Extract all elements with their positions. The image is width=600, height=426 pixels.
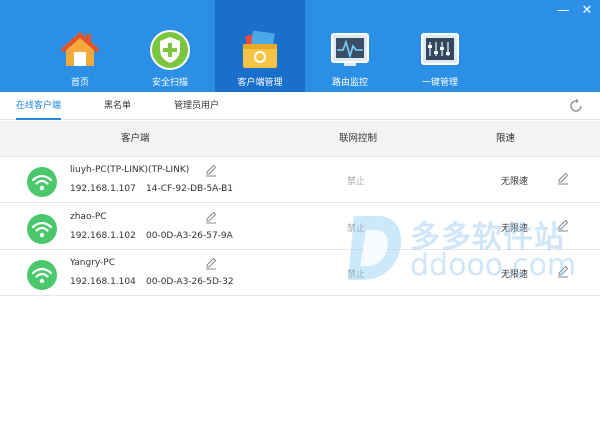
wifi-icon (27, 260, 57, 290)
toolbox-icon (243, 30, 277, 68)
edit-name-pencil-icon[interactable] (204, 210, 218, 224)
home-icon (60, 32, 100, 66)
edit-limit-pencil-icon[interactable] (556, 171, 570, 185)
nav-item-client-management[interactable]: 客户端管理 (215, 0, 305, 92)
table-header: 客户端 联网控制 限速 (0, 121, 600, 157)
main-nav: 首页 安全扫描 客户端管理 路由监控 一键管理 (35, 0, 485, 92)
wifi-icon (27, 167, 57, 197)
minimize-button[interactable]: — (556, 4, 570, 18)
edit-name-pencil-icon[interactable] (204, 163, 218, 177)
tab-blacklist[interactable]: 黑名单 (104, 92, 131, 120)
nav-label-one-click-management: 一键管理 (421, 78, 458, 88)
device-mac: 00-0D-A3-26-57-9A (146, 231, 233, 241)
window-controls: — ✕ (556, 4, 594, 18)
header-client: 客户端 (121, 133, 150, 144)
device-ip: 192.168.1.107 (70, 184, 136, 194)
monitor-icon (331, 33, 369, 66)
nav-label-client-management: 客户端管理 (237, 78, 283, 88)
nav-label-security-scan: 安全扫描 (151, 78, 188, 88)
nav-label-router-monitor: 路由监控 (331, 78, 368, 88)
sub-tabs-bar: 在线客户端 黑名单 管理员用户 (0, 92, 600, 120)
speed-limit-value: 无限速 (501, 177, 529, 187)
refresh-icon[interactable] (568, 98, 584, 114)
header-speed-limit: 限速 (496, 133, 516, 144)
wifi-icon (27, 214, 57, 244)
tab-online-clients[interactable]: 在线客户端 (16, 92, 62, 120)
top-toolbar: — ✕ 首页 安全扫描 客户端管理 路由监控 一键管理 (0, 0, 600, 92)
block-button[interactable]: 禁止 (347, 267, 365, 280)
tab-admin-users[interactable]: 管理员用户 (174, 92, 219, 120)
header-network-control: 联网控制 (339, 133, 378, 144)
panel-icon (421, 33, 459, 65)
table-row: liuyh-PC(TP-LINK)(TP-LINK) 192.168.1.107… (0, 157, 600, 203)
device-name: Yangry-PC (70, 258, 116, 268)
device-name: liuyh-PC(TP-LINK)(TP-LINK) (70, 165, 190, 175)
device-mac: 00-0D-A3-26-5D-32 (146, 277, 234, 287)
edit-name-pencil-icon[interactable] (204, 256, 218, 270)
speed-limit-value: 无限速 (501, 270, 529, 280)
nav-label-home: 首页 (70, 78, 89, 88)
speed-limit-value: 无限速 (501, 224, 529, 234)
nav-item-one-click-management[interactable]: 一键管理 (395, 0, 485, 92)
device-mac: 14-CF-92-DB-5A-B1 (146, 184, 233, 194)
block-button[interactable]: 禁止 (347, 174, 365, 187)
device-ip: 192.168.1.104 (70, 277, 136, 287)
nav-item-security-scan[interactable]: 安全扫描 (125, 0, 215, 92)
block-button[interactable]: 禁止 (347, 221, 365, 234)
nav-item-router-monitor[interactable]: 路由监控 (305, 0, 395, 92)
device-name: zhao-PC (70, 212, 107, 222)
shield-icon (150, 30, 190, 70)
table-row: Yangry-PC 192.168.1.104 00-0D-A3-26-5D-3… (0, 250, 600, 296)
nav-item-home[interactable]: 首页 (35, 0, 125, 92)
edit-limit-pencil-icon[interactable] (556, 264, 570, 278)
table-row: zhao-PC 192.168.1.102 00-0D-A3-26-57-9A … (0, 204, 600, 250)
edit-limit-pencil-icon[interactable] (556, 218, 570, 232)
device-ip: 192.168.1.102 (70, 231, 136, 241)
close-button[interactable]: ✕ (580, 4, 594, 18)
